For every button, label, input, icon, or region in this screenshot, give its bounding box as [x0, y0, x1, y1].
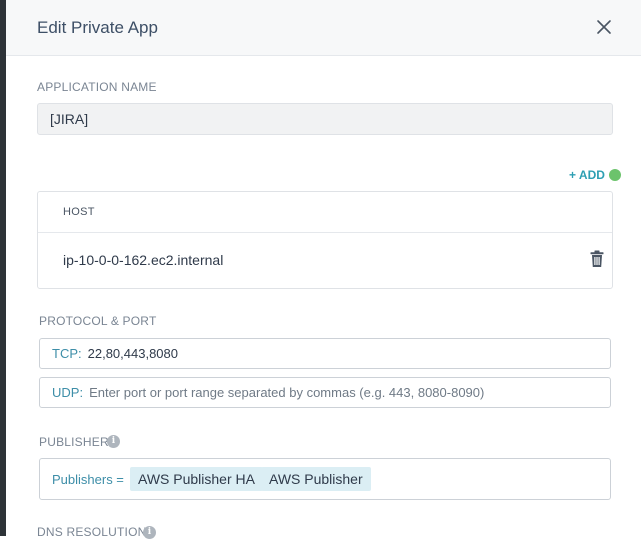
publisher-chip[interactable]: AWS Publisher HA [130, 467, 263, 491]
left-edge-strip [0, 0, 6, 536]
host-table-header: HOST [38, 192, 612, 233]
tcp-value: 22,80,443,8080 [87, 346, 178, 361]
dialog-header: Edit Private App [6, 0, 641, 56]
publisher-chip[interactable]: AWS Publisher [261, 467, 371, 491]
udp-port-field[interactable]: UDP: Enter port or port range separated b… [39, 377, 611, 408]
add-host-button[interactable]: + ADD [569, 168, 605, 182]
publisher-label: PUBLISHER [39, 435, 109, 449]
dialog-title: Edit Private App [37, 18, 158, 37]
tcp-port-field[interactable]: TCP: 22,80,443,8080 [39, 338, 611, 369]
info-icon[interactable]: i [143, 526, 156, 539]
trash-icon[interactable] [589, 250, 605, 268]
udp-prefix: UDP: [52, 385, 84, 400]
info-icon[interactable]: i [107, 435, 120, 448]
protocol-port-label: PROTOCOL & PORT [39, 314, 157, 328]
host-cell[interactable]: ip-10-0-0-162.ec2.internal [63, 252, 223, 268]
application-name-label: APPLICATION NAME [37, 80, 157, 94]
host-table: HOST ip-10-0-0-162.ec2.internal [37, 191, 613, 289]
publisher-select[interactable]: Publishers = AWS Publisher HA AWS Publis… [39, 458, 611, 500]
publishers-prefix: Publishers = [52, 472, 124, 487]
host-column-header: HOST [63, 206, 95, 218]
status-dot [609, 169, 621, 181]
close-icon[interactable] [593, 16, 615, 38]
tcp-prefix: TCP: [52, 346, 82, 361]
udp-placeholder: Enter port or port range separated by co… [89, 385, 485, 400]
application-name-input[interactable]: [JIRA] [37, 103, 613, 135]
dns-resolution-label: DNS RESOLUTION [37, 525, 147, 539]
